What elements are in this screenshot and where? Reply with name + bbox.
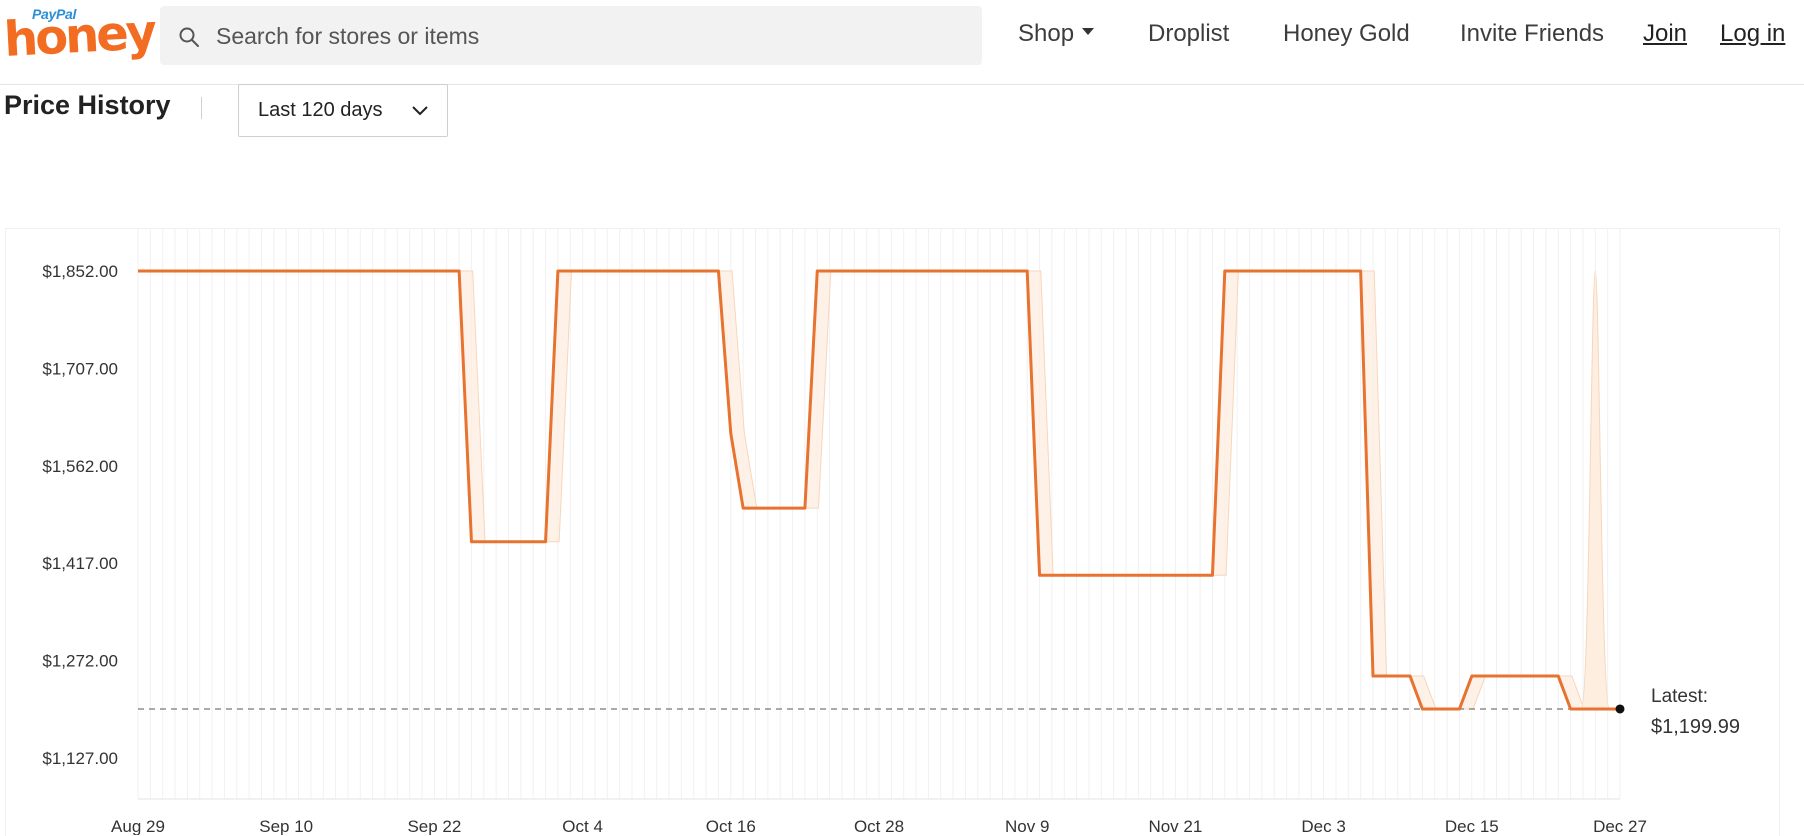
price-history-title: Price History — [4, 90, 171, 120]
y-tick-label: $1,852.00 — [42, 262, 118, 281]
date-range-dropdown[interactable]: Last 120 days — [238, 84, 448, 137]
chevron-down-icon — [412, 106, 428, 116]
price-history-chart: $1,852.00 $1,707.00 $1,562.00 $1,417.00 $1,2… — [42, 228, 1740, 835]
latest-price-point — [1615, 704, 1625, 714]
honey-wordmark: honey — [2, 4, 156, 68]
x-tick-label: Dec 27 — [1593, 817, 1647, 835]
x-tick-label: Dec 15 — [1445, 817, 1499, 835]
nav-shop[interactable]: Shop — [1018, 20, 1095, 48]
title-divider — [201, 97, 202, 119]
x-tick-label: Sep 22 — [407, 817, 461, 835]
x-tick-label: Oct 16 — [706, 817, 756, 835]
search-input[interactable] — [214, 16, 958, 56]
x-tick-label: Sep 10 — [259, 817, 313, 835]
top-navigation-bar: PayPal honey Shop Droplist Honey Gold In… — [0, 0, 1804, 85]
x-tick-label: Aug 29 — [111, 817, 165, 835]
login-link[interactable]: Log in — [1720, 20, 1785, 48]
join-link[interactable]: Join — [1643, 20, 1687, 48]
honey-logo[interactable]: PayPal honey — [3, 4, 156, 68]
band-spike — [1580, 270, 1610, 710]
nav-shop-label: Shop — [1018, 20, 1075, 47]
y-tick-label: $1,707.00 — [42, 359, 118, 378]
y-tick-label: $1,562.00 — [42, 457, 118, 476]
latest-value: $1,199.99 — [1651, 716, 1740, 738]
y-tick-label: $1,417.00 — [42, 554, 118, 573]
date-range-label: Last 120 days — [258, 99, 383, 121]
x-tick-label: Dec 3 — [1301, 817, 1345, 835]
y-tick-label: $1,127.00 — [42, 749, 118, 768]
nav-honey-gold[interactable]: Honey Gold — [1283, 20, 1410, 48]
search-icon — [179, 27, 199, 47]
y-tick-label: $1,272.00 — [42, 652, 118, 671]
latest-label: Latest: — [1651, 686, 1708, 707]
nav-droplist[interactable]: Droplist — [1148, 20, 1229, 48]
search-bar[interactable] — [160, 6, 982, 65]
x-tick-label: Nov 21 — [1148, 817, 1202, 835]
x-tick-label: Oct 28 — [854, 817, 904, 835]
x-tick-label: Nov 9 — [1005, 817, 1049, 835]
nav-invite-friends[interactable]: Invite Friends — [1460, 20, 1604, 48]
x-tick-label: Oct 4 — [562, 817, 603, 835]
caret-down-icon — [1082, 28, 1095, 36]
